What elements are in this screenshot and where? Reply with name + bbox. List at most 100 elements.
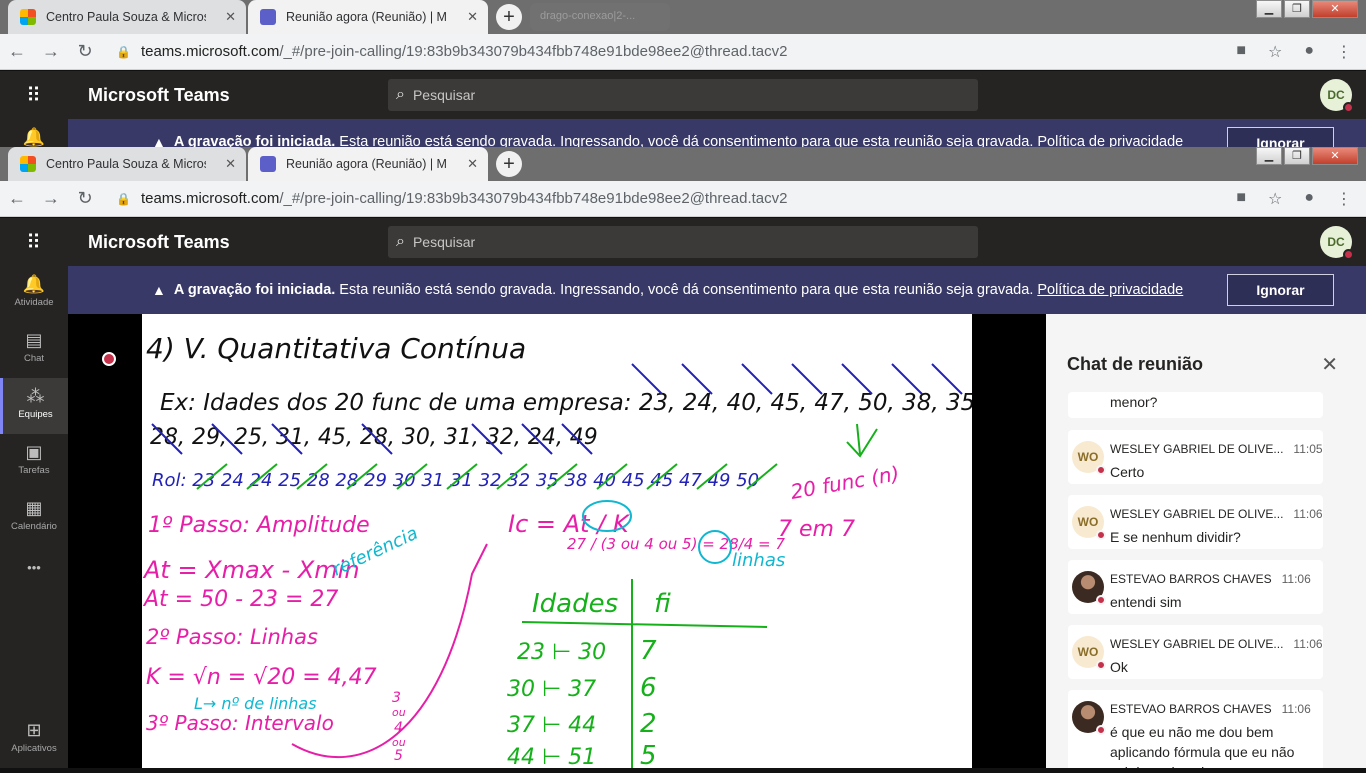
chat-title: Chat de reunião <box>1067 354 1204 374</box>
user-avatar[interactable]: DC <box>1320 79 1354 113</box>
close-tab-icon[interactable]: ✕ <box>225 9 236 25</box>
app-title: Microsoft Teams <box>88 231 230 252</box>
back-icon[interactable]: ← <box>0 188 34 209</box>
profile-icon[interactable]: ● <box>1304 189 1314 209</box>
camera-blocked-icon[interactable]: ■ <box>1236 189 1246 209</box>
forward-icon[interactable]: → <box>34 41 68 62</box>
message-text: Certo <box>1110 464 1145 480</box>
message-text: é que eu não me dou bem aplicando fórmul… <box>1110 724 1295 768</box>
menu-icon[interactable]: ⋮ <box>1336 189 1352 209</box>
close-window-button[interactable]: ✕ <box>1312 0 1358 18</box>
tab-reuniao-agora[interactable]: Reunião agora (Reunião) | Micros ✕ <box>248 147 488 181</box>
rail-activity[interactable]: 🔔 Atividade <box>0 266 68 322</box>
reload-icon[interactable]: ↻ <box>68 188 102 209</box>
rail-calendar[interactable]: ▦ Calendário <box>0 490 68 546</box>
reload-icon[interactable]: ↻ <box>68 41 102 62</box>
star-icon[interactable]: ☆ <box>1268 42 1282 62</box>
address-bar: ← → ↻ 🔒 teams.microsoft.com/_#/pre-join-… <box>0 34 1366 70</box>
back-icon[interactable]: ← <box>0 41 34 62</box>
ignore-button[interactable]: Ignorar <box>1227 127 1334 147</box>
message-meta: ESTEVAO BARROS CHAVES 11:06 <box>1110 572 1311 586</box>
status-dot <box>1096 530 1106 540</box>
rail-more[interactable]: ••• <box>0 546 68 602</box>
teams-icon: ⁂ <box>26 386 45 406</box>
tab-title: Centro Paula Souza & Microsoft <box>46 10 206 24</box>
warning-icon: ▲ <box>152 134 166 147</box>
camera-blocked-icon[interactable]: ■ <box>1236 42 1246 62</box>
step3-label: 3º Passo: Intervalo <box>146 711 334 735</box>
table-row-fi: 2 <box>640 709 657 739</box>
shared-whiteboard: 4) V. Quantitativa Contínua Ex: Idades d… <box>142 314 1019 771</box>
privacy-link[interactable]: Política de privacidade <box>1037 134 1183 147</box>
choice: 3 <box>392 690 401 706</box>
close-window-button[interactable]: ✕ <box>1312 147 1358 165</box>
tab-centro-paula-souza[interactable]: Centro Paula Souza & Microsoft ✕ <box>8 147 246 181</box>
status-dot <box>1343 102 1354 113</box>
avatar <box>1072 701 1106 735</box>
meeting-stage: 4) V. Quantitativa Contínua Ex: Idades d… <box>68 314 1046 771</box>
profile-icon[interactable]: ● <box>1304 42 1314 62</box>
close-icon[interactable]: ✕ <box>1321 352 1338 377</box>
message-time: 11:05 <box>1293 442 1323 456</box>
chat-icon: ▤ <box>25 330 43 350</box>
rail-label: Chat <box>23 353 45 364</box>
lock-icon[interactable]: 🔒 <box>116 45 131 59</box>
avatar <box>1072 571 1106 605</box>
tab-reuniao-agora[interactable]: Reunião agora (Reunião) | Micros ✕ <box>248 0 488 34</box>
close-tab-icon[interactable]: ✕ <box>467 9 478 25</box>
chat-message: ESTEVAO BARROS CHAVES 11:06 é que eu não … <box>1068 690 1323 768</box>
close-tab-icon[interactable]: ✕ <box>225 156 236 172</box>
table-row-range: 23 ⊢ 30 <box>517 640 606 665</box>
message-text: Ok <box>1110 659 1128 675</box>
table-row-range: 44 ⊢ 51 <box>507 745 596 768</box>
rail-tasks[interactable]: ▣ Tarefas <box>0 434 68 490</box>
banner-text: Esta reunião está sendo gravada. Ingress… <box>339 134 1034 147</box>
minimize-button[interactable]: ▁ <box>1256 0 1282 18</box>
rail-label: Calendário <box>11 521 57 532</box>
menu-icon[interactable]: ⋮ <box>1336 42 1352 62</box>
tab-title: Reunião agora (Reunião) | Micros <box>286 157 446 171</box>
window-controls: ▁ ❐ ✕ <box>1256 147 1358 165</box>
table-row-range: 37 ⊢ 44 <box>507 713 596 738</box>
maximize-button[interactable]: ❐ <box>1284 0 1310 18</box>
app-launcher-icon[interactable]: ⠿ <box>0 83 68 108</box>
ignore-button[interactable]: Ignorar <box>1227 274 1334 306</box>
table-header-fi: fi <box>654 589 671 619</box>
choice: ou <box>392 706 406 719</box>
message-text: E se nenhum dividir? <box>1110 529 1241 545</box>
search-input[interactable]: ⌕ Pesquisar <box>388 226 978 258</box>
new-tab-button[interactable]: + <box>496 4 522 30</box>
table-row-fi: 7 <box>640 636 657 666</box>
search-icon: ⌕ <box>396 233 405 250</box>
count-note: 20 func (n) <box>789 461 901 504</box>
lock-icon[interactable]: 🔒 <box>116 192 131 206</box>
maximize-button[interactable]: ❐ <box>1284 147 1310 165</box>
url-field[interactable]: teams.microsoft.com/_#/pre-join-calling/… <box>141 43 788 60</box>
recording-banner: ▲ A gravação foi iniciada. Esta reunião … <box>68 266 1366 314</box>
rail-activity[interactable]: 🔔 <box>0 119 68 147</box>
rail-apps[interactable]: ⊞ Aplicativos <box>0 712 68 768</box>
step2-label: 2º Passo: Linhas <box>146 625 318 649</box>
sender-name: ESTEVAO BARROS CHAVES <box>1110 572 1272 586</box>
new-tab-button[interactable]: + <box>496 151 522 177</box>
privacy-link[interactable]: Política de privacidade <box>1037 282 1183 298</box>
forward-icon[interactable]: → <box>34 188 68 209</box>
step1-label: 1º Passo: Amplitude <box>148 513 370 538</box>
status-dot <box>1096 595 1106 605</box>
address-bar-actions: ■ ☆ ● ⋮ <box>1236 42 1352 62</box>
close-tab-icon[interactable]: ✕ <box>467 156 478 172</box>
banner-text: Esta reunião está sendo gravada. Ingress… <box>339 282 1034 298</box>
url-field[interactable]: teams.microsoft.com/_#/pre-join-calling/… <box>141 190 788 207</box>
star-icon[interactable]: ☆ <box>1268 189 1282 209</box>
search-input[interactable]: ⌕ Pesquisar <box>388 79 978 111</box>
tab-centro-paula-souza[interactable]: Centro Paula Souza & Microsoft ✕ <box>8 0 246 34</box>
green-check-icon <box>846 423 878 458</box>
minimize-button[interactable]: ▁ <box>1256 147 1282 165</box>
app-launcher-icon[interactable]: ⠿ <box>0 230 68 255</box>
table-row-fi: 5 <box>640 741 657 768</box>
rail-chat[interactable]: ▤ Chat <box>0 322 68 378</box>
rail-teams[interactable]: ⁂ Equipes <box>0 378 68 434</box>
user-avatar[interactable]: DC <box>1320 226 1354 260</box>
message-time: 11:06 <box>1281 572 1311 586</box>
ghost-tab: drago-conexao|2-... <box>530 3 670 31</box>
